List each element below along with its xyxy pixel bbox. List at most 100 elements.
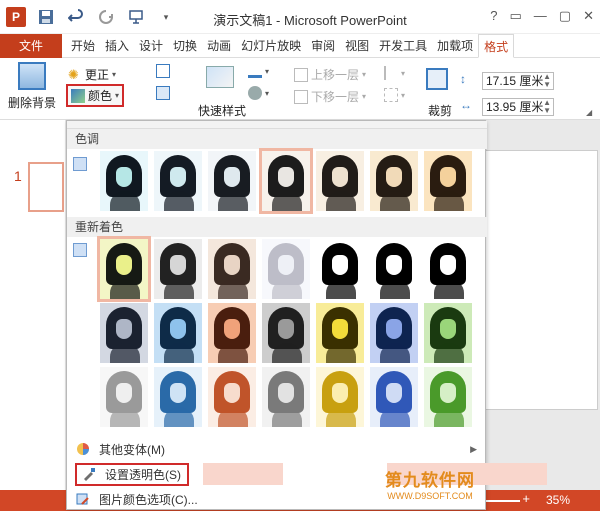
dropdown-arrow-icon: ▾ bbox=[265, 88, 270, 98]
width-spinner[interactable]: ▲ ▼ bbox=[543, 99, 551, 115]
color-swatch[interactable] bbox=[205, 149, 259, 213]
remove-background-label: 删除背景 bbox=[7, 96, 56, 110]
picture-border-button[interactable]: ▾ bbox=[248, 64, 269, 78]
color-swatch[interactable] bbox=[259, 365, 313, 429]
swatch-image bbox=[262, 303, 310, 363]
color-swatch[interactable] bbox=[421, 301, 475, 365]
height-field[interactable]: 17.15 厘米 ▲ ▼ bbox=[482, 72, 554, 90]
swatch-image bbox=[100, 151, 148, 211]
color-swatch[interactable] bbox=[313, 365, 367, 429]
swatch-body bbox=[380, 407, 410, 427]
window-controls: ? ▭ — ▢ ✕ bbox=[490, 8, 594, 24]
tab-slideshow[interactable]: 幻灯片放映 bbox=[236, 34, 306, 58]
color-swatch[interactable] bbox=[421, 149, 475, 213]
color-swatch[interactable] bbox=[367, 237, 421, 301]
tab-file[interactable]: 文件 bbox=[0, 33, 62, 58]
effects-icon bbox=[248, 86, 262, 100]
color-swatch[interactable] bbox=[97, 149, 151, 213]
tab-addins[interactable]: 加载项 bbox=[432, 34, 478, 58]
width-field[interactable]: 13.95 厘米 ▲ ▼ bbox=[482, 98, 554, 116]
color-swatch[interactable] bbox=[313, 237, 367, 301]
color-swatch[interactable] bbox=[421, 365, 475, 429]
swatch-image bbox=[370, 151, 418, 211]
swatch-image bbox=[208, 239, 256, 299]
maximize-button[interactable]: ▢ bbox=[559, 8, 571, 24]
section-recolor-title: 重新着色 bbox=[67, 217, 487, 237]
swatch-image bbox=[100, 303, 148, 363]
undo-icon[interactable] bbox=[66, 7, 86, 27]
color-swatch[interactable] bbox=[259, 148, 313, 214]
save-icon[interactable] bbox=[36, 7, 56, 27]
tab-developer[interactable]: 开发工具 bbox=[374, 34, 432, 58]
send-backward-button[interactable]: 下移一层 ▾ bbox=[294, 88, 366, 105]
customize-qat-icon[interactable]: ▾ bbox=[156, 7, 176, 27]
bring-forward-button[interactable]: 上移一层 ▾ bbox=[294, 66, 366, 83]
group-button[interactable]: ▾ bbox=[384, 88, 405, 102]
color-swatch[interactable] bbox=[259, 301, 313, 365]
crop-button[interactable] bbox=[426, 68, 448, 90]
tab-animations[interactable]: 动画 bbox=[202, 34, 236, 58]
zoom-in-button[interactable]: + bbox=[522, 491, 530, 506]
ribbon-display-button[interactable]: ▭ bbox=[510, 8, 522, 24]
change-picture-button[interactable] bbox=[156, 86, 170, 100]
color-button[interactable]: 颜色 ▾ bbox=[66, 84, 125, 107]
more-variations-item[interactable]: 其他变体(M) ▶ bbox=[67, 437, 487, 461]
help-button[interactable]: ? bbox=[490, 8, 497, 24]
swatch-image bbox=[208, 151, 256, 211]
tab-home[interactable]: 开始 bbox=[66, 34, 100, 58]
swatch-body bbox=[380, 343, 410, 363]
color-swatch[interactable] bbox=[97, 365, 151, 429]
dropdown-arrow-icon: ▾ bbox=[112, 70, 117, 79]
align-button[interactable]: ▾ bbox=[384, 66, 405, 80]
redo-icon[interactable] bbox=[96, 7, 116, 27]
tab-transitions[interactable]: 切换 bbox=[168, 34, 202, 58]
color-swatch[interactable] bbox=[151, 237, 205, 301]
remove-background-button[interactable]: 删除背景 bbox=[6, 62, 58, 111]
tab-review[interactable]: 审阅 bbox=[306, 34, 340, 58]
color-swatch[interactable] bbox=[367, 301, 421, 365]
color-swatch[interactable] bbox=[151, 149, 205, 213]
zoom-level[interactable]: 35% bbox=[546, 493, 570, 507]
bring-forward-label: 上移一层 bbox=[311, 68, 360, 82]
tab-insert[interactable]: 插入 bbox=[100, 34, 134, 58]
compress-pictures-button[interactable] bbox=[156, 64, 170, 78]
size-dialog-launcher[interactable]: ◢ bbox=[586, 108, 592, 117]
close-button[interactable]: ✕ bbox=[583, 8, 594, 24]
color-swatch[interactable] bbox=[421, 237, 475, 301]
color-swatch[interactable] bbox=[205, 365, 259, 429]
color-swatch[interactable] bbox=[313, 301, 367, 365]
color-swatch[interactable] bbox=[151, 365, 205, 429]
quick-styles-button[interactable] bbox=[206, 66, 234, 88]
swatch-body bbox=[110, 343, 140, 363]
align-icon bbox=[384, 66, 398, 80]
color-swatch[interactable] bbox=[97, 301, 151, 365]
tab-format[interactable]: 格式 bbox=[478, 33, 515, 58]
swatch-face bbox=[278, 319, 294, 339]
quick-styles-icon bbox=[206, 66, 234, 88]
swatch-body bbox=[434, 407, 464, 427]
corrections-label: 更正 bbox=[85, 68, 110, 82]
corrections-button[interactable]: ✺ 更正 ▾ bbox=[68, 66, 116, 83]
color-swatch[interactable] bbox=[151, 301, 205, 365]
height-spinner[interactable]: ▲ ▼ bbox=[543, 73, 551, 89]
ribbon: 删除背景 ✺ 更正 ▾ 颜色 ▾ 快速样式 ▾ ▾ 上移一层 ▾ 下移一层 ▾ bbox=[0, 58, 600, 120]
slide-canvas[interactable] bbox=[470, 150, 598, 410]
swatch-face bbox=[170, 383, 186, 403]
color-swatch[interactable] bbox=[205, 301, 259, 365]
color-swatch[interactable] bbox=[367, 149, 421, 213]
color-swatch[interactable] bbox=[259, 237, 313, 301]
presentation-icon[interactable] bbox=[126, 7, 146, 27]
color-swatch[interactable] bbox=[367, 365, 421, 429]
slide-thumbnail[interactable] bbox=[28, 162, 64, 212]
color-swatch[interactable] bbox=[313, 149, 367, 213]
swatch-face bbox=[386, 167, 402, 187]
tab-design[interactable]: 设计 bbox=[134, 34, 168, 58]
color-swatch[interactable] bbox=[97, 236, 151, 302]
swatch-body bbox=[218, 407, 248, 427]
ribbon-tabs: 文件 开始 插入 设计 切换 动画 幻灯片放映 审阅 视图 开发工具 加载项 格… bbox=[0, 33, 600, 58]
picture-effects-button[interactable]: ▾ bbox=[248, 86, 269, 100]
swatch-body bbox=[272, 407, 302, 427]
tab-view[interactable]: 视图 bbox=[340, 34, 374, 58]
color-swatch[interactable] bbox=[205, 237, 259, 301]
minimize-button[interactable]: — bbox=[534, 8, 547, 24]
